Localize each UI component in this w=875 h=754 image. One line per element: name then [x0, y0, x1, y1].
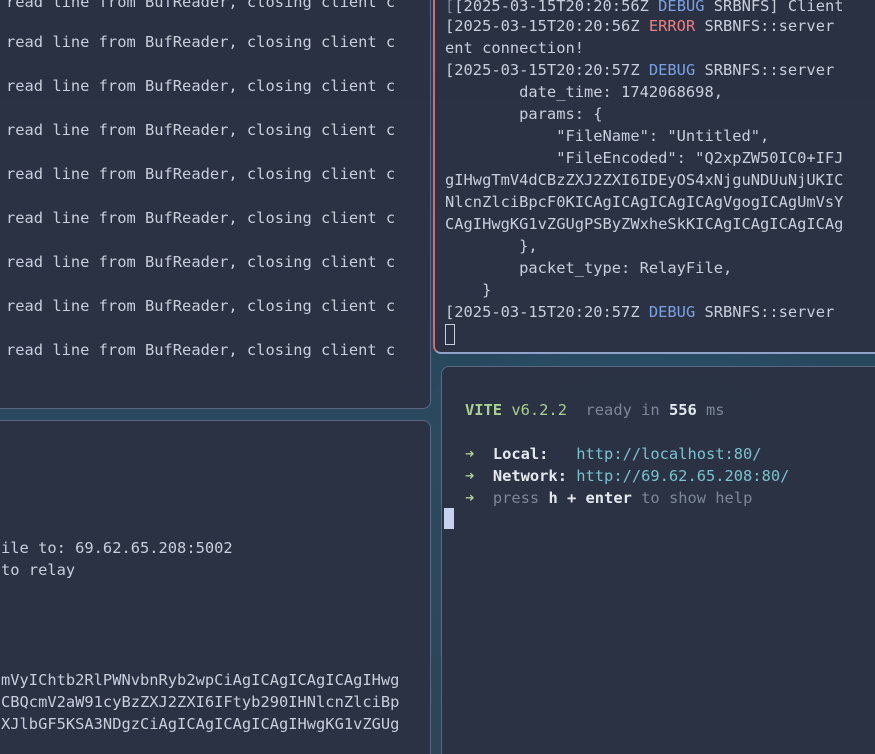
log-line: read line from BufReader, closing client…: [6, 341, 396, 359]
log-line: read line from BufReader, closing client…: [6, 253, 396, 271]
log-entry: "FileName": "Untitled",: [445, 127, 770, 145]
log-entry: packet_type: RelayFile,: [445, 259, 733, 277]
arrow-icon: ➜: [465, 489, 475, 507]
log-entry: CAgIHwgKG1vZGUgPSByZWxheSkKICAgICAgICAgI…: [445, 215, 844, 233]
log-line: read line from BufReader, closing client…: [6, 33, 396, 51]
terminal-pane-top-right[interactable]: [[2025-03-15T20:20:56Z DEBUG SRBNFS] Cli…: [433, 0, 875, 354]
terminal-pane-bottom-left[interactable]: ile to: 69.62.65.208:5002 to relay mVyIC…: [0, 420, 431, 754]
network-url-line: ➜ Network: http://69.62.65.208:80/: [465, 467, 790, 485]
terminal-cursor: [445, 324, 455, 345]
log-entry: ent connection!: [445, 39, 584, 57]
log-line: read line from BufReader, closing client…: [6, 77, 396, 95]
log-line: read line from BufReader, closing client…: [6, 209, 396, 227]
local-url-line: ➜ Local: http://localhost:80/: [465, 445, 762, 463]
log-line: read line from BufReader, closing client…: [6, 165, 396, 183]
log-entry: },: [445, 237, 538, 255]
help-hint-line: ➜ press h + enter to show help: [465, 489, 753, 507]
log-entry: [2025-03-15T20:20:57Z DEBUG SRBNFS::serv…: [445, 303, 835, 321]
output-line: ile to: 69.62.65.208:5002: [1, 539, 233, 557]
terminal-pane-top-left[interactable]: read line from BufReader, closing client…: [0, 0, 431, 409]
output-line: mVyIChtb2RlPWNvbnRyb2wpCiAgICAgICAgICAgI…: [1, 671, 400, 689]
network-url-link[interactable]: http://69.62.65.208:80/: [576, 467, 789, 485]
local-url-link[interactable]: http://localhost:80/: [576, 445, 761, 463]
arrow-icon: ➜: [465, 445, 475, 463]
log-line: read line from BufReader, closing client…: [6, 0, 396, 11]
log-entry: }: [445, 281, 492, 299]
log-entry: [2025-03-15T20:20:56Z ERROR SRBNFS::serv…: [445, 17, 835, 35]
log-entry: [2025-03-15T20:20:57Z DEBUG SRBNFS::serv…: [445, 61, 835, 79]
log-entry: params: {: [445, 105, 603, 123]
output-line: CBQcmV2aW91cyBzZXJ2ZXI6IFtyb290IHNlcnZlc…: [1, 693, 400, 711]
vite-banner: VITE v6.2.2 ready in 556 ms: [465, 401, 725, 419]
log-line: read line from BufReader, closing client…: [6, 121, 396, 139]
log-entry: date_time: 1742068698,: [445, 83, 723, 101]
log-line: read line from BufReader, closing client…: [6, 297, 396, 315]
output-line: XJlbGF5KSA3NDgzCiAgICAgICAgICAgIHwgKG1vZ…: [1, 715, 400, 733]
log-entry: NlcnZlciBpcF0KICAgICAgICAgICAgVgogICAgUm…: [445, 193, 844, 211]
log-entry: gIHwgTmV4dCBzZXJ2ZXI6IDEyOS4xNjguNDUuNjU…: [445, 171, 844, 189]
output-line: to relay: [1, 561, 76, 579]
terminal-pane-bottom-right[interactable]: VITE v6.2.2 ready in 556 ms ➜ Local: htt…: [441, 366, 875, 754]
arrow-icon: ➜: [465, 467, 475, 485]
terminal-cursor: [444, 508, 454, 529]
log-entry: "FileEncoded": "Q2xpZW50IC0+IFJ: [445, 149, 844, 167]
